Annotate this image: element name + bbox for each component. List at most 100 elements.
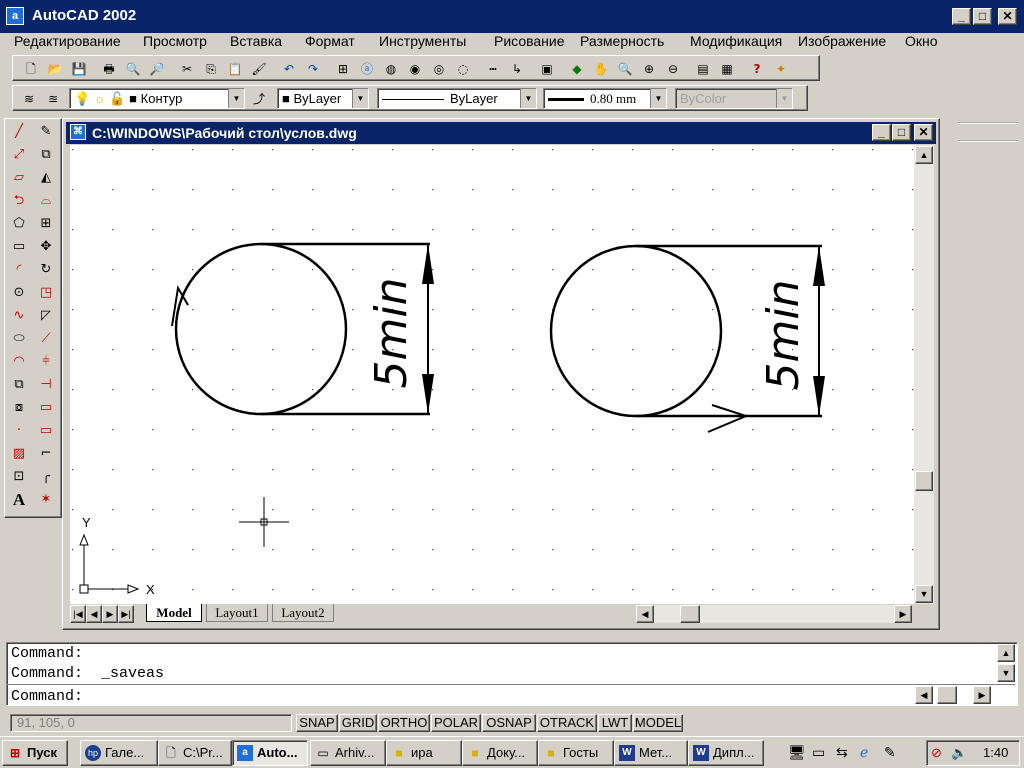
tab-model[interactable]: Model [146,604,202,622]
redo-icon[interactable]: ↷ [303,59,323,79]
autocad-app-icon[interactable]: a [6,7,24,25]
toggle-ortho[interactable]: ORTHO [378,714,430,732]
copy-object-icon[interactable]: ⧉ [35,144,57,166]
offset-icon[interactable]: ⌓ [35,190,57,212]
minimize-button[interactable]: _ [952,8,971,25]
coordinates-display[interactable]: 91, 105, 0 [10,714,292,732]
menu-dimension[interactable]: Размерность [580,33,664,49]
tab-prev-icon[interactable]: ◀ [86,605,102,623]
tab-last-icon[interactable]: ▶| [118,605,134,623]
linetype-dropdown[interactable]: ByLayer ▼ [377,88,537,109]
task-item[interactable]: ■ ира [386,740,462,766]
scale-icon[interactable]: ◳ [35,282,57,304]
network-icon[interactable]: ⇆ [836,744,848,761]
doc-maximize-button[interactable]: □ [892,124,911,141]
scroll-down-icon[interactable]: ▼ [915,585,933,603]
pen-icon[interactable]: ✎ [884,744,896,761]
lineweight-dropdown[interactable]: 0.80 mm ▼ [543,88,667,109]
match-properties-icon[interactable]: 🖌 [249,59,269,79]
menu-window[interactable]: Окно [905,33,938,49]
menu-tools[interactable]: Инструменты [379,33,466,49]
doc-close-button[interactable]: ✕ [914,124,933,141]
task-item[interactable]: ■ Доку... [462,740,538,766]
menu-draw[interactable]: Рисование [494,33,565,49]
fillet-icon[interactable]: ╭ [35,466,57,488]
hscroll-thumb[interactable] [680,605,700,623]
volume-icon[interactable]: 🔈 [951,745,967,761]
rotate-icon[interactable]: ↻ [35,259,57,281]
explode-icon[interactable]: ✶ [35,489,57,511]
menu-format[interactable]: Формат [305,33,355,49]
pan-realtime-icon[interactable]: ✋ [591,59,611,79]
insert-block-icon[interactable]: ⧉ [8,374,30,396]
cmd-scroll-left-icon[interactable]: ◀ [915,686,933,704]
ellipse-icon[interactable]: ⬭ [8,328,30,350]
tab-first-icon[interactable]: |◀ [70,605,86,623]
layer-dropdown[interactable]: 💡 ☼ 🔓 ■ Контур ▼ [69,88,245,109]
hatch-icon[interactable]: ▨ [8,443,30,465]
multiline-text-icon[interactable]: A [8,489,30,511]
start-button[interactable]: ⊞ Пуск [2,740,68,766]
cut-icon[interactable]: ✂ [177,59,197,79]
menu-image[interactable]: Изображение [798,33,886,49]
task-item[interactable]: ▭ Arhiv... [310,740,386,766]
open-file-icon[interactable]: 📂 [45,59,65,79]
menu-insert[interactable]: Вставка [230,33,282,49]
zoom-window-icon[interactable]: ⊕ [639,59,659,79]
make-block-icon[interactable]: ⧇ [8,397,30,419]
scroll-right-icon[interactable]: ▶ [894,605,912,623]
polyline-icon[interactable]: ▱ [8,167,30,189]
cmd-hscroll-thumb[interactable] [937,686,957,704]
ellipse-arc-icon[interactable]: ◠ [8,351,30,373]
construction-line-icon[interactable]: ⤢ [8,144,30,166]
doc-minimize-button[interactable]: _ [872,124,891,141]
toggle-model[interactable]: MODEL [633,714,683,732]
cmd-scroll-down-icon[interactable]: ▼ [997,664,1015,682]
mirror-icon[interactable]: ◭ [35,167,57,189]
cmd-scroll-right-icon[interactable]: ▶ [973,686,991,704]
drawing-icon[interactable]: ⌘ [70,124,86,140]
circle-icon[interactable]: ⊙ [8,282,30,304]
command-prompt[interactable]: Command: [11,688,83,705]
clock[interactable]: 1:40 [983,745,1008,760]
rectangle-icon[interactable]: ▭ [8,236,30,258]
break-icon[interactable]: ▭ [35,397,57,419]
chevron-down-icon[interactable]: ▼ [520,89,536,108]
array-icon[interactable]: ⊞ [35,213,57,235]
save-icon[interactable]: 💾 [69,59,89,79]
polygon-icon[interactable]: ⬠ [8,213,30,235]
named-views-icon[interactable]: ▣ [537,59,557,79]
copy-icon[interactable]: ⎘ [201,59,221,79]
autocad-today-icon[interactable]: ⓐ [357,59,377,79]
make-object-layer-current-icon[interactable]: ⤴ [249,89,269,109]
layers-icon[interactable]: ≊ [43,89,63,109]
toggle-polar[interactable]: POLAR [431,714,481,732]
tab-layout2[interactable]: Layout2 [272,604,334,622]
print-preview-icon[interactable]: 🔍 [123,59,143,79]
extend-icon[interactable]: ⊣ [35,374,57,396]
find-icon[interactable]: 🔎 [147,59,167,79]
help-icon[interactable]: ? [747,59,767,79]
drawing-svg[interactable]: 5min 5min Y X [70,145,914,605]
region-icon[interactable]: ⊡ [8,466,30,488]
new-file-icon[interactable]: 🗋 [21,59,41,79]
menu-view[interactable]: Просмотр [143,33,207,49]
task-item[interactable]: ■ Госты [538,740,614,766]
point-icon[interactable]: · [8,420,30,442]
3d-orbit-icon[interactable]: ◆ [567,59,587,79]
paste-icon[interactable]: 📋 [225,59,245,79]
tab-next-icon[interactable]: ▶ [102,605,118,623]
trim-icon[interactable]: ⫩ [35,351,57,373]
chevron-down-icon[interactable]: ▼ [352,89,368,108]
move-icon[interactable]: ✥ [35,236,57,258]
multiline-icon[interactable]: ⮌ [8,190,30,212]
web-icon[interactable]: ◉ [405,59,425,79]
scroll-up-icon[interactable]: ▲ [915,146,933,164]
horizontal-scrollbar[interactable]: ◀ ▶ [636,605,912,623]
tracking-icon[interactable]: ┅ [483,59,503,79]
internet-explorer-icon[interactable]: ℯ [860,744,868,761]
menu-modify[interactable]: Модификация [690,33,782,49]
snap-settings-icon[interactable]: ✦ [771,59,791,79]
cmd-scroll-up-icon[interactable]: ▲ [997,644,1015,662]
menu-edit[interactable]: Редактирование [14,33,121,49]
